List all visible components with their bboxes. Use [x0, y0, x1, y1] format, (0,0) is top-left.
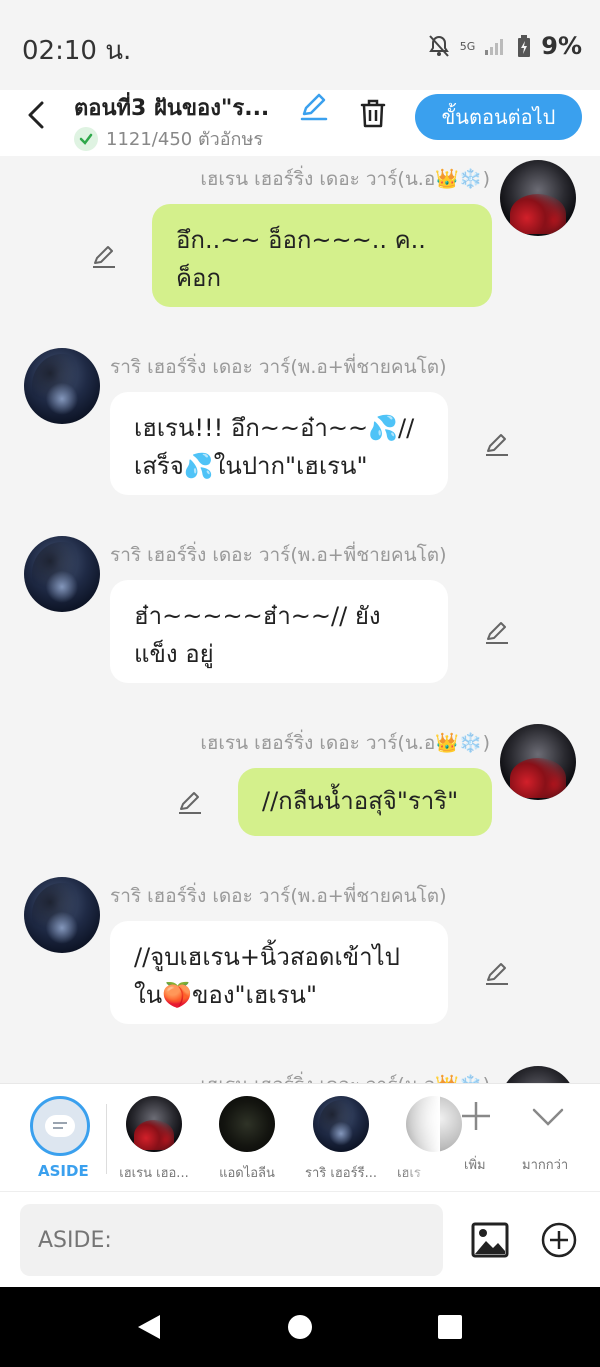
avatar[interactable]: [24, 536, 100, 612]
avatar[interactable]: [24, 348, 100, 424]
trash-icon[interactable]: [356, 96, 390, 130]
character-label: เฮเรน เฮอ...: [119, 1166, 189, 1181]
add-label[interactable]: เพิ่ม: [464, 1154, 486, 1175]
status-icons: 5G 9%: [428, 32, 582, 60]
speaker-name: เฮเรน เฮอร์ริ่ง เดอะ วาร์(น.อ👑❄️): [200, 1070, 490, 1083]
message-bubble[interactable]: เฮเรน!!! อึก~~อ๋า~~💦// เสร็จ💦ในปาก"เฮเรน…: [110, 392, 448, 495]
avatar[interactable]: [500, 160, 576, 236]
speaker-name: ราริ เฮอร์ริ่ง เดอะ วาร์(พ.อ+พี่ชายคนโต): [110, 544, 447, 566]
message-bubble[interactable]: //กลืนน้ำอสุจิ"ราริ": [238, 768, 492, 836]
message-bubble[interactable]: อึก..~~ อ็อก~~~.. ค.. ค็อก: [152, 204, 492, 307]
character-avatar[interactable]: [126, 1096, 182, 1152]
status-time: 02:10 น.: [22, 36, 132, 66]
episode-title: ตอนที่3 ฝันของ"ร...: [74, 96, 270, 121]
character-label: แอดไอลีน: [219, 1166, 275, 1181]
chat-area[interactable]: เฮเรน เฮอร์ริ่ง เดอะ วาร์(น.อ👑❄️) อึก..~…: [0, 156, 600, 1083]
edit-title-pencil-icon[interactable]: [298, 90, 330, 122]
edit-pencil-icon[interactable]: [483, 430, 511, 458]
speaker-name: เฮเรน เฮอร์ริ่ง เดอะ วาร์(น.อ👑❄️): [200, 168, 490, 190]
avatar[interactable]: [500, 1066, 576, 1083]
edit-pencil-icon[interactable]: [176, 788, 204, 816]
edit-pencil-icon[interactable]: [90, 242, 118, 270]
divider: [106, 1104, 107, 1174]
battery-icon: [518, 35, 531, 57]
nav-recents-icon[interactable]: [438, 1315, 462, 1339]
speaker-name: เฮเรน เฮอร์ริ่ง เดอะ วาร์(น.อ👑❄️): [200, 732, 490, 754]
image-icon[interactable]: [470, 1220, 510, 1260]
aside-selector[interactable]: [30, 1096, 90, 1156]
episode-header: ตอนที่3 ฝันของ"ร... 1121/450 ตัวอักษร ขั…: [0, 90, 600, 156]
aside-icon: [45, 1115, 75, 1137]
add-character-plus-icon[interactable]: [458, 1098, 494, 1134]
check-icon: [74, 126, 98, 151]
status-bar: 02:10 น. 5G 9%: [0, 0, 600, 90]
network-label: 5G: [459, 39, 476, 53]
next-step-button[interactable]: ขั้นตอนต่อไป: [415, 94, 582, 140]
character-label: ราริ เฮอร์รี...: [305, 1166, 377, 1181]
system-nav-bar: [0, 1287, 600, 1367]
speaker-name: ราริ เฮอร์ริ่ง เดอะ วาร์(พ.อ+พี่ชายคนโต): [110, 356, 447, 378]
edit-pencil-icon[interactable]: [483, 959, 511, 987]
composer-bar: [0, 1191, 600, 1287]
avatar[interactable]: [500, 724, 576, 800]
speaker-name: ราริ เฮอร์ริ่ง เดอะ วาร์(พ.อ+พี่ชายคนโต): [110, 885, 447, 907]
aside-text-input[interactable]: [20, 1204, 443, 1276]
signal-icon: [485, 39, 504, 55]
mute-bell-icon: [428, 35, 449, 57]
edit-pencil-icon[interactable]: [483, 618, 511, 646]
character-count: 1121/450 ตัวอักษร: [106, 129, 263, 150]
message-bubble[interactable]: ฮ๋า~~~~~ฮ๋า~~// ยังแข็ง อยู่: [110, 580, 448, 683]
scroll-fade: [400, 1084, 440, 1184]
character-selector-bar: ASIDE เฮเรน เฮอ... แอดไอลีน ราริ เฮอร์รี…: [0, 1083, 600, 1191]
avatar[interactable]: [24, 877, 100, 953]
nav-home-icon[interactable]: [288, 1315, 312, 1339]
more-label[interactable]: มากกว่า: [522, 1154, 568, 1175]
character-avatar[interactable]: [219, 1096, 275, 1152]
battery-level: 9%: [541, 32, 582, 60]
character-count-row: 1121/450 ตัวอักษร: [74, 124, 263, 153]
nav-back-icon[interactable]: [136, 1313, 162, 1341]
back-arrow-icon[interactable]: [22, 100, 52, 130]
character-avatar[interactable]: [313, 1096, 369, 1152]
message-bubble[interactable]: //จูบเฮเรน+นิ้วสอดเข้าไป ใน🍑ของ"เฮเรน": [110, 921, 448, 1024]
plus-circle-icon[interactable]: [540, 1221, 578, 1259]
chevron-down-icon[interactable]: [530, 1102, 566, 1132]
aside-label: ASIDE: [38, 1162, 89, 1180]
